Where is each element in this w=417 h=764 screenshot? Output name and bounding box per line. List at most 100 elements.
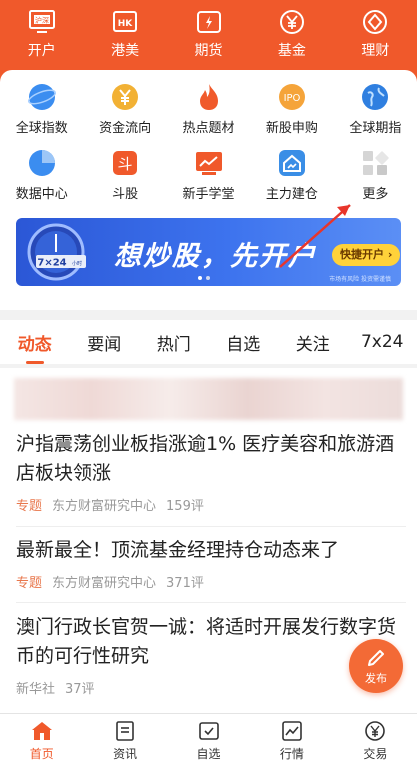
tab-7x24[interactable]: 7x24	[348, 320, 417, 364]
news-comments: 37评	[65, 682, 95, 697]
news-meta: 专题 东方财富研究中心 159评	[16, 495, 406, 514]
bottom-nav-market[interactable]: 行情	[250, 714, 333, 764]
flame-icon	[199, 84, 218, 110]
pagination-dot	[206, 276, 210, 280]
tab-hot[interactable]: 热门	[139, 320, 209, 364]
dou-stock-icon: 斗	[113, 151, 138, 175]
top-nav-label: 期货	[194, 43, 223, 59]
news-title: 澳门行政长官贺一诚：将适时开展发行数字货币的可行性研究	[16, 616, 397, 667]
grid-label: 全球指数	[15, 121, 68, 136]
divider	[16, 602, 406, 603]
tab-headlines[interactable]: 要闻	[70, 320, 140, 364]
news-title: 沪指震荡创业板指涨逾1% 医疗美容和旅游酒店板块领涨	[16, 433, 395, 484]
grid-label: 主力建仓	[265, 187, 318, 202]
watchlist-icon	[198, 722, 219, 740]
global-futures-icon	[362, 84, 389, 110]
svg-text:沪深: 沪深	[35, 16, 49, 25]
pie-chart-icon	[28, 150, 55, 176]
grid-item-dou-stock[interactable]: 斗 斗股	[83, 144, 166, 210]
trade-yen-icon	[365, 721, 386, 741]
grid-item-global-futures[interactable]: 全球期指	[334, 78, 417, 144]
grid-item-beginner-school[interactable]: 新手学堂	[167, 144, 250, 210]
tab-watchlist[interactable]: 自选	[209, 320, 279, 364]
tab-following[interactable]: 关注	[278, 320, 348, 364]
news-item[interactable]: 澳门行政长官贺一诚：将适时开展发行数字货币的可行性研究 新华社 37评	[16, 613, 406, 697]
top-nav: 沪深 开户 HK 港美 期货 基金 理财	[0, 0, 417, 66]
bottom-nav-label: 自选	[196, 747, 221, 761]
bottom-nav-label: 资讯	[113, 747, 138, 761]
quick-open-account-button[interactable]: 快捷开户 ›	[332, 244, 401, 266]
top-nav-label: 基金	[277, 43, 306, 59]
svg-text:小时: 小时	[72, 260, 82, 267]
bottom-nav-label: 行情	[279, 747, 304, 761]
grid-label: 热点题材	[182, 121, 235, 136]
top-nav-wealth[interactable]: 理财	[334, 0, 417, 66]
bottom-nav-news[interactable]: 资讯	[83, 714, 166, 764]
bottom-nav-trade[interactable]: 交易	[334, 714, 417, 764]
fund-flow-icon	[112, 84, 139, 110]
top-nav-label: 开户	[27, 43, 56, 59]
function-card: 全球指数 资金流向 热点题材 IPO 新股申购 全球期指 数据中心 斗 斗股 新…	[0, 70, 417, 310]
classroom-icon	[195, 152, 222, 175]
fund-yen-icon	[279, 10, 304, 34]
futures-icon	[196, 11, 221, 33]
tab-dynamics[interactable]: 动态	[0, 320, 70, 364]
clock-icon: 7×24 小时	[27, 223, 86, 281]
more-grid-icon	[363, 151, 389, 175]
news-source: 东方财富研究中心	[52, 499, 157, 514]
news-tag: 专题	[16, 576, 43, 591]
grid-item-main-force[interactable]: 主力建仓	[250, 144, 333, 210]
banner-disclaimer: 市场有风险 投资需谨慎	[329, 276, 391, 283]
grid-item-global-index[interactable]: 全球指数	[0, 78, 83, 144]
top-nav-fund[interactable]: 基金	[250, 0, 333, 66]
globe-icon	[27, 84, 56, 110]
news-item[interactable]: 沪指震荡创业板指涨逾1% 医疗美容和旅游酒店板块领涨 专题 东方财富研究中心 1…	[16, 430, 406, 514]
news-item[interactable]: 最新最全！顶流基金经理持仓动态来了 专题 东方财富研究中心 371评	[16, 536, 406, 591]
grid-label: 更多	[362, 187, 389, 202]
grid-item-hot-topics[interactable]: 热点题材	[167, 78, 250, 144]
wealth-icon	[363, 10, 388, 34]
function-grid: 全球指数 资金流向 热点题材 IPO 新股申购 全球期指 数据中心 斗 斗股 新…	[0, 78, 417, 210]
bottom-nav-label: 交易	[363, 747, 388, 761]
news-icon	[116, 721, 134, 741]
bottom-nav-watchlist[interactable]: 自选	[167, 714, 250, 764]
divider	[16, 526, 406, 527]
bottom-nav-label: 首页	[29, 747, 54, 761]
hk-us-icon: HK	[113, 11, 138, 32]
svg-text:7×24: 7×24	[37, 258, 66, 269]
grid-label: 斗股	[112, 187, 139, 202]
grid-item-data-center[interactable]: 数据中心	[0, 144, 83, 210]
top-nav-label: 理财	[361, 43, 390, 59]
grid-label: 数据中心	[15, 187, 68, 202]
banner-pagination	[198, 276, 210, 280]
grid-item-more[interactable]: 更多	[334, 144, 417, 210]
svg-text:IPO: IPO	[283, 93, 300, 104]
grid-label: 新股申购	[265, 121, 318, 136]
top-nav-futures[interactable]: 期货	[167, 0, 250, 66]
grid-item-ipo[interactable]: IPO 新股申购	[250, 78, 333, 144]
svg-text:HK: HK	[118, 19, 134, 29]
top-nav-hk-us[interactable]: HK 港美	[83, 0, 166, 66]
bottom-nav: 首页 资讯 自选 行情 交易	[0, 713, 417, 764]
news-tag: 专题	[16, 499, 43, 514]
bottom-nav-home[interactable]: 首页	[0, 714, 83, 764]
market-chart-icon	[282, 721, 302, 741]
publish-label: 发布	[365, 671, 387, 685]
news-title: 最新最全！顶流基金经理持仓动态来了	[16, 539, 340, 561]
home-icon	[31, 722, 52, 740]
grid-item-fund-flow[interactable]: 资金流向	[83, 78, 166, 144]
blurred-ad	[14, 378, 403, 420]
news-meta: 专题 东方财富研究中心 371评	[16, 572, 406, 591]
news-comments: 371评	[166, 576, 204, 591]
news-source: 新华社	[16, 682, 56, 697]
ipo-icon: IPO	[278, 84, 305, 110]
grid-label: 资金流向	[99, 121, 152, 136]
grid-label: 新手学堂	[182, 187, 235, 202]
publish-button[interactable]: 发布	[349, 639, 403, 693]
news-source: 东方财富研究中心	[52, 576, 157, 591]
banner-slogan: 想炒股，先开户	[114, 241, 317, 272]
top-nav-open-account[interactable]: 沪深 开户	[0, 0, 83, 66]
house-chart-icon	[278, 150, 305, 176]
pagination-dot	[198, 276, 202, 280]
news-meta: 新华社 37评	[16, 678, 406, 697]
